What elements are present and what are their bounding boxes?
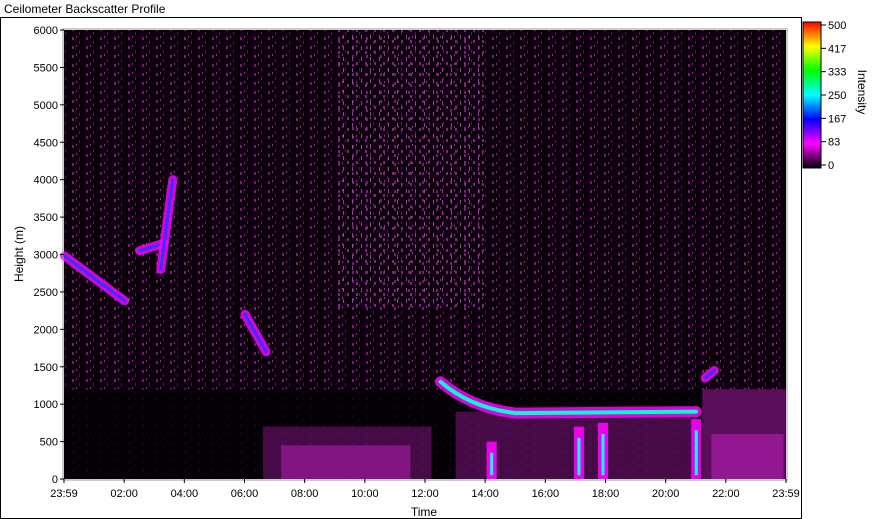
y-tick-label: 3000 [34, 250, 58, 262]
y-axis: 0 500 1000 1500 2000 2500 3000 3500 4000 4500 5000… [34, 25, 64, 486]
boundary-layer-haze [711, 434, 784, 479]
colorbar-ramp [802, 21, 822, 169]
heatmap-noise-dense [335, 30, 486, 307]
x-tick-label: 12:00 [411, 488, 439, 500]
y-tick-label: 4500 [34, 137, 58, 149]
colorbar-tick-label: 417 [828, 43, 846, 55]
plot-area [60, 28, 788, 481]
y-tick-label: 5500 [34, 62, 58, 74]
boundary-layer-haze [281, 445, 411, 479]
y-tick-label: 4000 [34, 175, 58, 187]
backscatter-chart: 23:59 02:00 04:00 06:00 08:00 10:00 12:00 14:00… [0, 17, 869, 519]
x-tick-label: 18:00 [592, 488, 620, 500]
x-tick-label: 22:00 [712, 488, 740, 500]
y-tick-label: 2000 [34, 324, 58, 336]
y-axis-label: Height (m) [12, 226, 26, 282]
x-axis-label: Time [411, 505, 438, 519]
x-tick-label: 04:00 [171, 488, 199, 500]
y-tick-label: 2500 [34, 287, 58, 299]
y-tick-label: 0 [52, 474, 58, 486]
colorbar-tick-label: 0 [828, 160, 834, 172]
x-axis: 23:59 02:00 04:00 06:00 08:00 10:00 12:00 14:00… [50, 479, 800, 500]
y-tick-label: 500 [40, 437, 58, 449]
colorbar: 500 417 333 250 167 83 0 [802, 20, 846, 172]
colorbar-tick-label: 500 [828, 20, 846, 32]
x-tick-label: 23:59 [772, 488, 800, 500]
y-tick-label: 6000 [34, 25, 58, 37]
colorbar-tick-label: 167 [828, 113, 846, 125]
x-tick-label: 14:00 [471, 488, 499, 500]
colorbar-tick-label: 83 [828, 137, 840, 149]
x-tick-label: 08:00 [291, 488, 319, 500]
colorbar-label: Intensity [855, 70, 869, 115]
y-tick-label: 1000 [34, 399, 58, 411]
x-tick-label: 10:00 [351, 488, 379, 500]
y-tick-label: 1500 [34, 362, 58, 374]
x-tick-label: 23:59 [50, 488, 78, 500]
x-tick-label: 06:00 [231, 488, 259, 500]
x-tick-label: 16:00 [532, 488, 560, 500]
chart-panel: Ceilometer Backscatter Profile 23:59 02:0… [0, 0, 872, 519]
y-tick-label: 5000 [34, 100, 58, 112]
colorbar-tick-label: 250 [828, 90, 846, 102]
x-tick-label: 02:00 [110, 488, 138, 500]
colorbar-tick-label: 333 [828, 67, 846, 79]
y-tick-label: 3500 [34, 212, 58, 224]
x-tick-label: 20:00 [652, 488, 680, 500]
